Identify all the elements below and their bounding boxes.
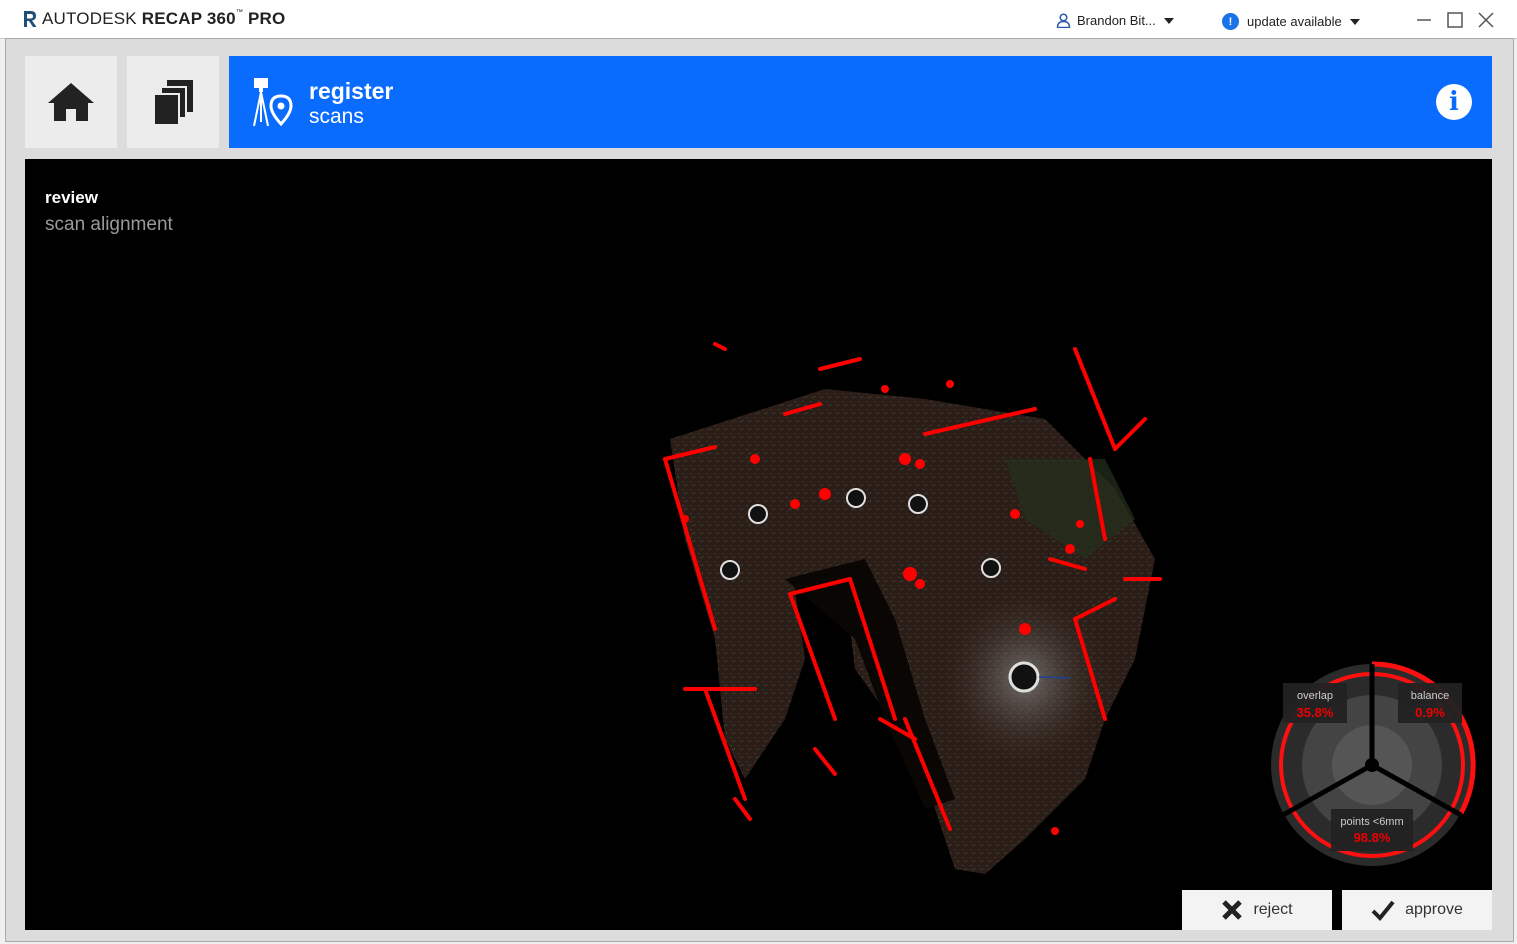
title-bar: AUTODESK RECAP 360™ PRO Brandon Bit... !… (0, 0, 1517, 39)
step-banner: register scans i (229, 56, 1492, 148)
registration-quality-gauge: overlap 35.8% balance 0.9% points <6mm 9… (1271, 661, 1476, 866)
user-name: Brandon Bit... (1077, 13, 1156, 28)
reject-label: reject (1253, 901, 1293, 918)
info-icon: i (1449, 87, 1459, 117)
balance-value: 0.9% (1415, 705, 1445, 720)
copy-pages-icon (153, 80, 193, 126)
overlap-value: 35.8% (1297, 705, 1334, 720)
banner-title: register (309, 78, 394, 104)
chevron-down-icon (1163, 17, 1174, 24)
alert-icon: ! (1222, 13, 1239, 30)
register-scans-icon (253, 78, 293, 127)
projects-button[interactable] (127, 56, 219, 148)
chevron-down-icon (1349, 18, 1360, 25)
info-button[interactable]: i (1436, 84, 1472, 120)
approve-button[interactable]: approve (1342, 890, 1492, 930)
app-title: AUTODESK RECAP 360™ PRO (42, 9, 286, 28)
banner-subtitle: scans (309, 105, 364, 128)
update-label: update available (1247, 14, 1342, 29)
checkmark-icon (1371, 900, 1395, 921)
user-menu[interactable]: Brandon Bit... (1056, 13, 1174, 28)
home-button[interactable] (25, 56, 117, 148)
reject-button[interactable]: reject (1182, 890, 1332, 930)
maximize-icon[interactable] (1445, 10, 1465, 30)
x-icon (1222, 900, 1243, 920)
approve-label: approve (1405, 901, 1463, 918)
user-icon (1056, 13, 1071, 28)
update-menu[interactable]: ! update available (1222, 13, 1360, 30)
points-value: 98.8% (1354, 830, 1391, 845)
app-logo: AUTODESK RECAP 360™ PRO (22, 9, 285, 29)
point-cloud-viewport[interactable]: review scan alignment overlap 35.8% bala… (25, 159, 1492, 930)
home-icon (48, 83, 94, 121)
points-label: points <6mm (1340, 816, 1403, 828)
minimize-icon[interactable] (1414, 10, 1434, 30)
balance-label: balance (1411, 690, 1450, 702)
overlap-label: overlap (1297, 690, 1333, 702)
close-icon[interactable] (1476, 10, 1496, 30)
autodesk-logo-icon (24, 11, 37, 27)
